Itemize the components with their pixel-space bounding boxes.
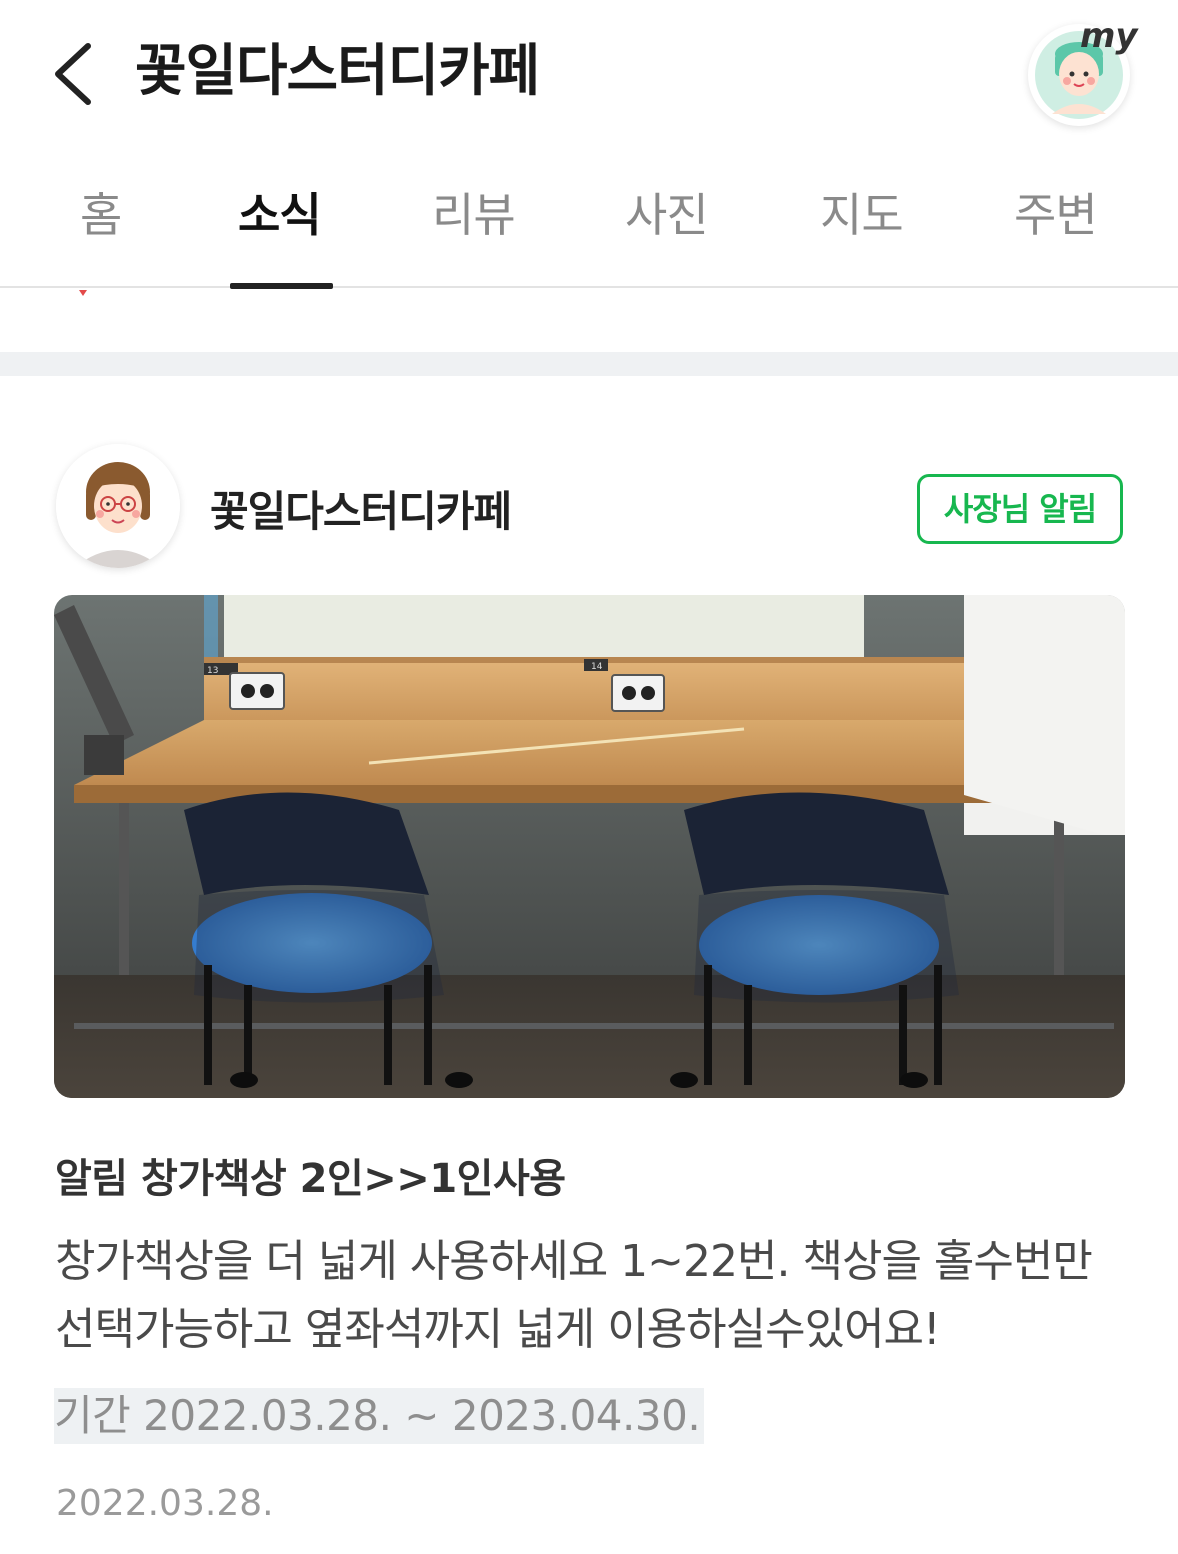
marker-fragment: [79, 290, 87, 296]
tab-map[interactable]: 지도: [820, 185, 904, 245]
post-period: 기간 2022.03.28. ~ 2023.04.30.: [54, 1388, 705, 1444]
desk-photo-image: 13 14: [54, 595, 1125, 1098]
store-avatar[interactable]: [56, 444, 180, 568]
store-name[interactable]: 꽃일다스터디카페: [210, 486, 512, 538]
my-label: my: [1080, 16, 1138, 56]
tab-photos[interactable]: 사진: [625, 185, 709, 245]
page-title: 꽃일다스터디카페: [135, 39, 540, 104]
post-photo[interactable]: 13 14: [54, 595, 1125, 1098]
owner-avatar-icon: [56, 444, 180, 568]
post-title: 알림 창가책상 2인>>1인사용: [55, 1156, 566, 1202]
active-tab-indicator: [230, 283, 333, 289]
tab-nearby[interactable]: 주변: [1014, 185, 1098, 245]
owner-notice-badge: 사장님 알림: [917, 474, 1123, 544]
tab-news[interactable]: 소식: [238, 185, 322, 245]
chevron-left-icon: [55, 43, 91, 105]
tab-bar: 홈 소식 리뷰 사진 지도 주변: [0, 150, 1178, 289]
tab-home[interactable]: 홈: [80, 185, 122, 245]
section-divider: [0, 352, 1178, 376]
back-button[interactable]: [46, 38, 102, 110]
seat-label-14: 14: [591, 662, 603, 672]
post-date: 2022.03.28.: [56, 1483, 274, 1524]
top-app-bar: 꽃일다스터디카페 my: [0, 0, 1178, 150]
post-body: 창가책상을 더 넓게 사용하세요 1~22번. 책상을 홀수번만 선택가능하고 …: [55, 1236, 1093, 1355]
seat-label-13: 13: [207, 666, 218, 676]
tab-reviews[interactable]: 리뷰: [432, 185, 516, 245]
